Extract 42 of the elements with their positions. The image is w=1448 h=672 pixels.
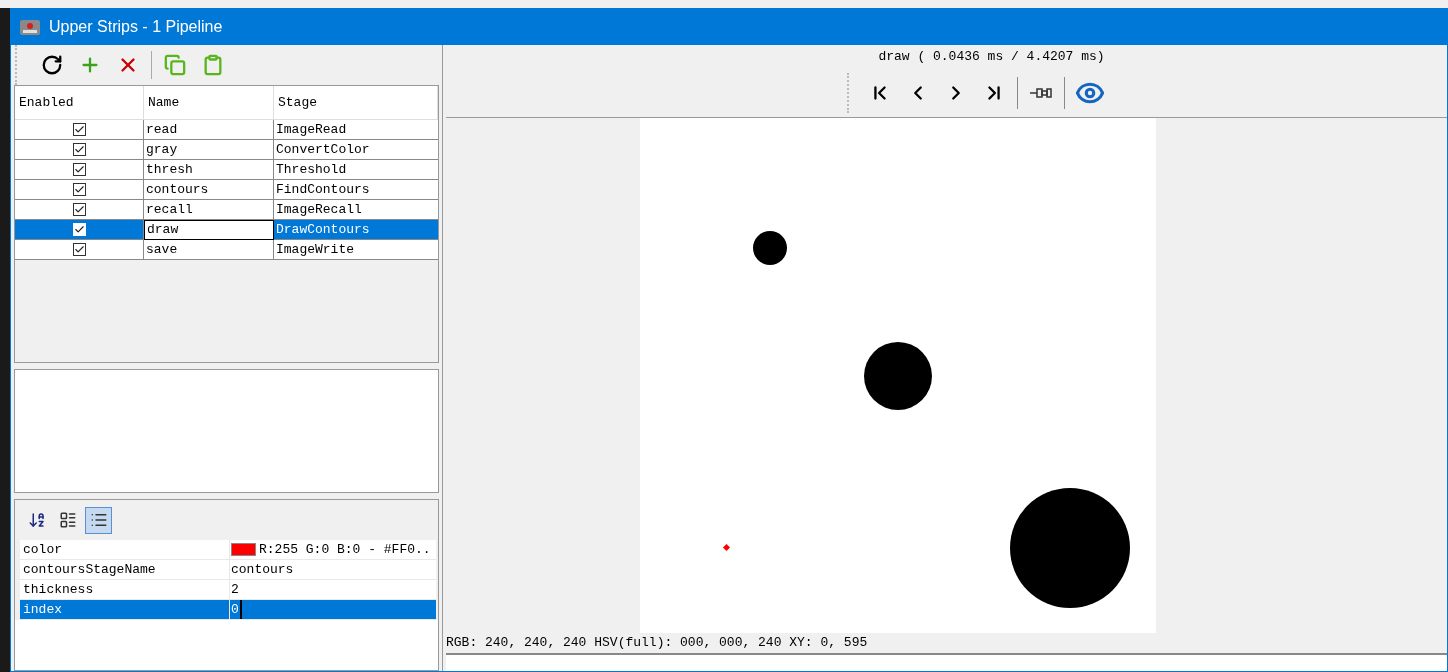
- sort-icon: [27, 511, 46, 529]
- clipboard-icon: [202, 54, 224, 76]
- property-row[interactable]: contoursStageName contours: [20, 560, 436, 580]
- copy-icon: [164, 54, 186, 76]
- checkbox[interactable]: [72, 163, 86, 176]
- table-row[interactable]: draw DrawContours: [15, 220, 438, 240]
- table-row[interactable]: save ImageWrite: [15, 240, 438, 260]
- checkbox[interactable]: [72, 123, 86, 136]
- property-row[interactable]: thickness 2: [20, 580, 436, 600]
- table-row[interactable]: gray ConvertColor: [15, 140, 438, 160]
- table-row[interactable]: contours FindContours: [15, 180, 438, 200]
- checkbox[interactable]: [72, 143, 86, 156]
- table-row[interactable]: read ImageRead: [15, 120, 438, 140]
- property-value: contours: [230, 560, 295, 579]
- status-text: RGB: 240, 240, 240 HSV(full): 000, 000, 240 XY: 0, 595: [446, 634, 868, 653]
- list-icon: [89, 511, 108, 529]
- checkbox[interactable]: [72, 243, 86, 256]
- checkbox[interactable]: [72, 203, 86, 216]
- app-icon: [19, 17, 41, 37]
- property-name: color: [20, 540, 230, 559]
- column-header[interactable]: Name: [144, 86, 274, 119]
- property-name: index: [20, 600, 230, 619]
- refresh-icon: [41, 54, 63, 76]
- column-header[interactable]: Stage: [274, 86, 438, 119]
- window-title: Upper Strips - 1 Pipeline: [49, 17, 223, 37]
- list-button[interactable]: [85, 506, 112, 534]
- property-value: R:255 G:0 B:0 - #FF0..: [230, 540, 436, 559]
- checkbox[interactable]: [72, 183, 86, 196]
- table-row[interactable]: recall ImageRecall: [15, 200, 438, 220]
- column-header[interactable]: Enabled: [15, 86, 144, 119]
- categories-icon: [58, 511, 77, 529]
- table-row[interactable]: thresh Threshold: [15, 160, 438, 180]
- timing-label: draw ( 0.0436 ms / 4.4207 ms): [878, 48, 1105, 66]
- property-name: thickness: [20, 580, 230, 599]
- property-value: 2: [230, 580, 240, 599]
- pin-icon: [1028, 86, 1053, 99]
- table-cell: save: [144, 240, 274, 260]
- table-cell: ImageWrite: [274, 240, 438, 260]
- property-row[interactable]: color R:255 G:0 B:0 - #FF0..: [20, 540, 436, 560]
- property-row[interactable]: index 0: [20, 600, 436, 620]
- table-cell: draw: [144, 220, 274, 240]
- property-name: contoursStageName: [20, 560, 230, 579]
